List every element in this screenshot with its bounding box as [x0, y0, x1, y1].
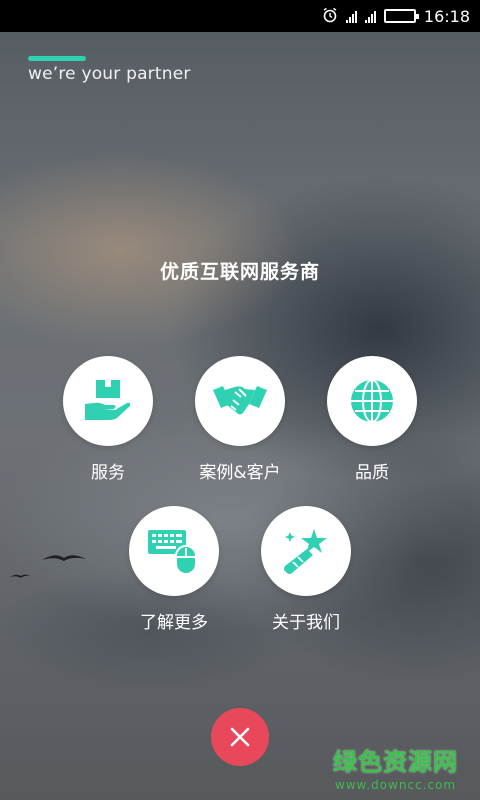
tagline: we’re your partner — [28, 64, 191, 84]
globe-icon — [351, 379, 393, 423]
keyboard-mouse-icon — [148, 530, 197, 575]
menu-item-service[interactable]: 服务 — [38, 356, 178, 483]
menu-item-circle[interactable] — [129, 506, 219, 596]
close-button[interactable] — [211, 708, 269, 766]
watermark: 绿色资源网 www.downcc.com — [333, 742, 458, 792]
menu-item-label: 了解更多 — [140, 613, 208, 633]
handshake-icon — [213, 386, 267, 415]
signal-icon — [345, 9, 357, 23]
accent-line — [28, 56, 86, 61]
menu-item-label: 服务 — [91, 463, 125, 483]
alarm-icon — [322, 7, 338, 26]
watermark-url: www.downcc.com — [334, 778, 457, 792]
page-heading: 优质互联网服务商 — [159, 261, 320, 283]
menu-item-circle[interactable] — [261, 506, 351, 596]
signal-icon — [364, 9, 376, 23]
menu-item-cases[interactable]: 案例&客户 — [170, 356, 310, 483]
menu-item-label: 品质 — [355, 463, 389, 483]
menu-item-quality[interactable]: 品质 — [302, 356, 442, 483]
menu-item-label: 关于我们 — [272, 613, 340, 633]
menu-item-circle[interactable] — [63, 356, 153, 446]
menu-item-about-us[interactable]: 关于我们 — [236, 506, 376, 633]
menu-item-circle[interactable] — [195, 356, 285, 446]
close-icon — [230, 727, 250, 747]
magic-wand-icon — [284, 529, 327, 574]
status-bar: 16:18 — [0, 0, 480, 32]
menu-item-label: 案例&客户 — [199, 463, 281, 483]
watermark-title: 绿色资源网 — [333, 748, 458, 776]
menu-item-learn-more[interactable]: 了解更多 — [104, 506, 244, 633]
status-time: 16:18 — [423, 6, 470, 26]
box-in-hand-icon — [85, 380, 131, 420]
battery-icon — [383, 9, 419, 23]
menu-item-circle[interactable] — [327, 356, 417, 446]
